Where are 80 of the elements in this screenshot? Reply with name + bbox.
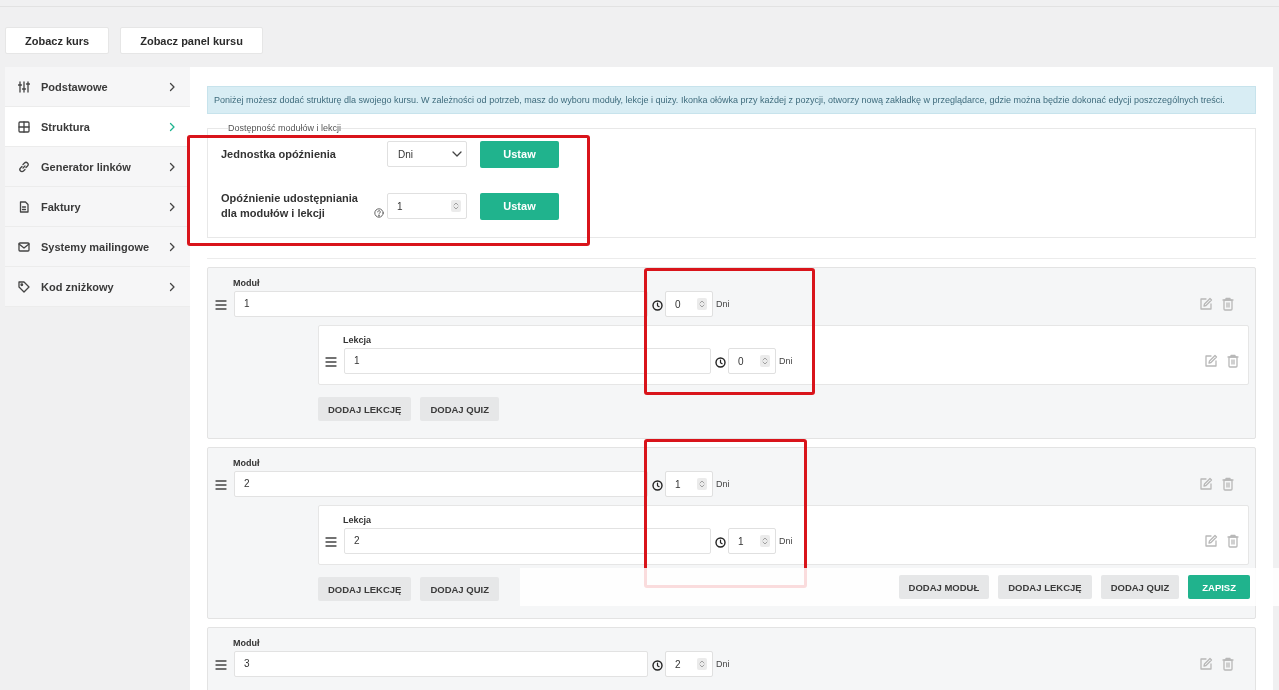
spinner-icon <box>760 535 770 547</box>
chevron-icon <box>168 121 176 132</box>
sidebar-item[interactable]: Kod zniżkowy <box>5 267 190 307</box>
title-field[interactable]: 2 <box>344 528 711 554</box>
field-label: Lekcja <box>343 335 373 346</box>
number-field[interactable]: 2 <box>665 651 713 677</box>
title-field[interactable]: 2 <box>234 471 648 497</box>
trash-icon <box>1227 534 1239 548</box>
number-field[interactable]: 0 <box>665 291 713 317</box>
drag-handle-icon <box>215 480 227 490</box>
edit-icon <box>1199 657 1213 671</box>
view-button[interactable]: Zobacz kurs <box>5 27 110 54</box>
spinner-icon <box>760 355 770 367</box>
field-label: Jednostka opóźnienia <box>221 146 336 162</box>
field-label: Opóźnienie udostępniania dla modułów i lekcji <box>221 191 359 221</box>
trash-icon <box>1222 477 1234 491</box>
drag-handle-icon <box>215 660 227 670</box>
edit-icon <box>1199 297 1213 311</box>
document-icon <box>18 200 30 213</box>
clock-icon <box>715 356 726 368</box>
trash-icon <box>1222 657 1234 671</box>
title-field[interactable]: 1 <box>234 291 648 317</box>
panel-legend: Dostępność modułów i lekcji <box>228 123 342 133</box>
sidebar-item[interactable]: Struktura <box>5 107 190 147</box>
trash-icon <box>1222 297 1234 311</box>
dropdown[interactable]: Dni <box>387 141 467 167</box>
field-label: Moduł <box>233 638 261 649</box>
sidebar-item[interactable]: Systemy mailingowe <box>5 227 190 267</box>
tag-icon <box>18 280 30 293</box>
info-message: Poniżej możesz dodać strukturę dla swojego kursu. W zależności od potrzeb, masz do wyboru moduły, lekcje i quizy. Ikonka ołówka przy każdej z pozycji, otworzy nową zakładkę w przeglądarce, gdzie można będzie dokonać edycji poszczególnych treści. <box>207 86 1256 114</box>
number-field[interactable]: 1 <box>387 193 467 219</box>
number-field[interactable]: 1 <box>665 471 713 497</box>
unit-label: Dni <box>716 659 730 669</box>
chevron-icon <box>168 201 176 212</box>
sliders-icon <box>18 80 30 93</box>
sidebar-item[interactable]: Faktury <box>5 187 190 227</box>
add-button[interactable]: DODAJ MODUŁ <box>898 575 990 599</box>
add-button[interactable]: DODAJ LEKCJĘ <box>998 575 1092 599</box>
edit-icon <box>1204 534 1218 548</box>
mail-icon <box>18 240 30 253</box>
field-label: Moduł <box>233 458 261 469</box>
add-button[interactable]: DODAJ LEKCJĘ <box>318 397 412 421</box>
drag-handle-icon <box>325 357 337 367</box>
chevron-down-icon <box>452 151 462 157</box>
unit-label: Dni <box>716 299 730 309</box>
add-button[interactable]: DODAJ QUIZ <box>420 577 499 601</box>
field-label: Moduł <box>233 278 261 289</box>
field-label: Lekcja <box>343 515 373 526</box>
clock-icon <box>652 299 663 311</box>
trash-icon <box>1227 354 1239 368</box>
number-field[interactable]: 0 <box>728 348 776 374</box>
chevron-icon <box>168 161 176 172</box>
edit-icon <box>1199 477 1213 491</box>
number-field[interactable]: 1 <box>728 528 776 554</box>
spinner-icon <box>697 658 707 670</box>
clock-icon <box>715 536 726 548</box>
chevron-icon <box>168 281 176 292</box>
unit-label: Dni <box>779 536 793 546</box>
chevron-icon <box>168 81 176 92</box>
sidebar-item[interactable]: Generator linków <box>5 147 190 187</box>
chevron-icon <box>168 241 176 252</box>
spinner-icon <box>697 478 707 490</box>
add-button[interactable]: DODAJ LEKCJĘ <box>318 577 412 601</box>
link-icon <box>18 160 30 173</box>
title-field[interactable]: 3 <box>234 651 648 677</box>
title-field[interactable]: 1 <box>344 348 711 374</box>
clock-icon <box>652 659 663 671</box>
spinner-icon <box>451 200 461 212</box>
spinner-icon <box>697 298 707 310</box>
unit-label: Dni <box>779 356 793 366</box>
view-button[interactable]: Zobacz panel kursu <box>120 27 263 54</box>
sidebar-item[interactable]: Podstawowe <box>5 67 190 107</box>
grid-icon <box>18 120 30 133</box>
clock-icon <box>652 479 663 491</box>
add-button[interactable]: DODAJ QUIZ <box>420 397 499 421</box>
unit-label: Dni <box>716 479 730 489</box>
edit-icon <box>1204 354 1218 368</box>
add-button[interactable]: DODAJ QUIZ <box>1100 575 1180 599</box>
drag-handle-icon <box>215 300 227 310</box>
drag-handle-icon <box>325 537 337 547</box>
